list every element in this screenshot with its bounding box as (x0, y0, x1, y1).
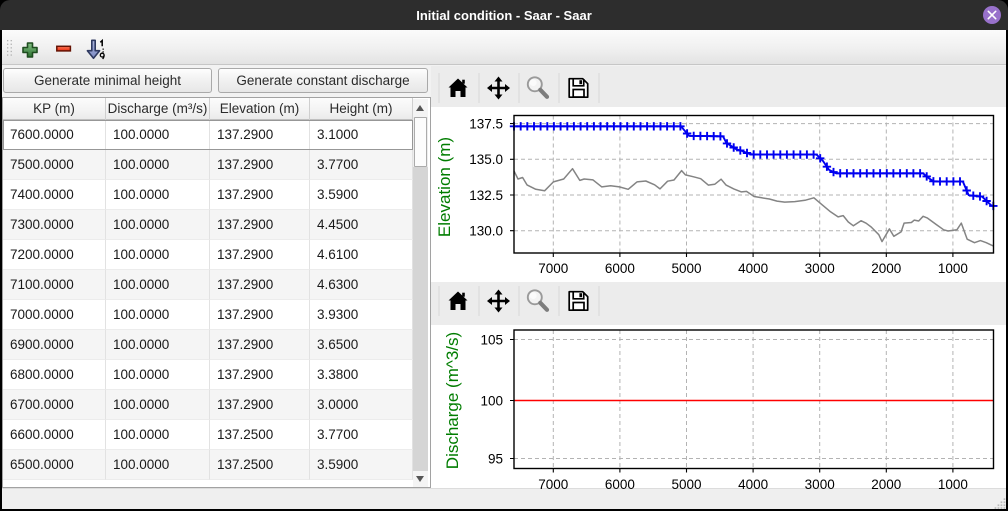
svg-text:4000: 4000 (738, 261, 768, 276)
svg-text:130.0: 130.0 (469, 224, 503, 239)
svg-text:7000: 7000 (538, 477, 568, 492)
svg-text:2000: 2000 (871, 261, 901, 276)
svg-text:Discharge (m^3/s): Discharge (m^3/s) (443, 332, 462, 469)
svg-text:137.5: 137.5 (469, 116, 503, 131)
svg-text:105: 105 (480, 332, 503, 347)
svg-text:2000: 2000 (871, 477, 901, 492)
svg-text:1000: 1000 (938, 261, 968, 276)
svg-text:3000: 3000 (805, 261, 835, 276)
svg-text:135.0: 135.0 (469, 152, 503, 167)
svg-text:95: 95 (488, 451, 503, 466)
svg-text:1000: 1000 (938, 477, 968, 492)
svg-text:100: 100 (480, 393, 503, 408)
svg-text:3000: 3000 (805, 477, 835, 492)
svg-text:Elevation (m): Elevation (m) (435, 137, 454, 237)
svg-text:6000: 6000 (605, 477, 635, 492)
svg-text:7000: 7000 (538, 261, 568, 276)
svg-text:132.5: 132.5 (469, 188, 503, 203)
svg-text:5000: 5000 (671, 261, 701, 276)
svg-text:4000: 4000 (738, 477, 768, 492)
svg-text:5000: 5000 (671, 477, 701, 492)
svg-text:6000: 6000 (605, 261, 635, 276)
